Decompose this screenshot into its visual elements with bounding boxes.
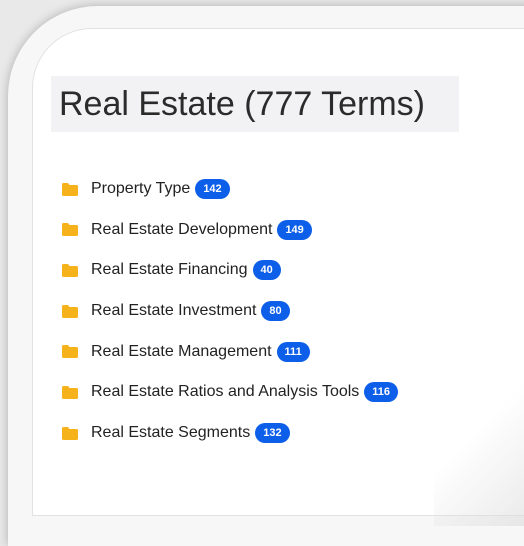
folder-icon (62, 182, 78, 196)
folder-icon (62, 263, 78, 277)
category-label[interactable]: Real Estate Segments (91, 423, 250, 443)
category-label[interactable]: Real Estate Management (91, 342, 272, 362)
count-badge: 80 (261, 301, 290, 322)
category-list: Property Type 142 Real Estate Developmen… (62, 176, 399, 461)
folder-icon (62, 304, 78, 318)
category-item-property-type[interactable]: Property Type 142 (62, 176, 398, 202)
category-item-real-estate-investment[interactable]: Real Estate Investment 80 (62, 298, 398, 324)
category-item-real-estate-ratios-and-analysis-tools[interactable]: Real Estate Ratios and Analysis Tools 11… (62, 379, 399, 405)
category-label[interactable]: Real Estate Financing (91, 260, 248, 280)
title-block: Real Estate (777 Terms) (51, 76, 459, 132)
count-badge: 111 (276, 341, 310, 362)
category-label[interactable]: Real Estate Ratios and Analysis Tools (91, 382, 359, 402)
category-item-real-estate-financing[interactable]: Real Estate Financing 40 (62, 257, 398, 283)
page-title: Real Estate (777 Terms) (59, 85, 425, 123)
category-item-real-estate-management[interactable]: Real Estate Management 111 (62, 339, 398, 365)
category-label[interactable]: Real Estate Development (91, 220, 272, 240)
category-item-real-estate-development[interactable]: Real Estate Development 149 (62, 217, 398, 243)
folder-icon (62, 345, 78, 359)
folder-icon (62, 385, 78, 399)
category-label[interactable]: Real Estate Investment (91, 301, 256, 321)
category-item-real-estate-segments[interactable]: Real Estate Segments 132 (62, 420, 398, 446)
count-badge: 142 (195, 179, 230, 199)
count-badge: 149 (277, 219, 312, 240)
count-badge: 116 (364, 382, 399, 403)
category-label[interactable]: Property Type (91, 179, 190, 199)
folder-icon (62, 426, 78, 440)
folder-icon (62, 223, 78, 237)
count-badge: 40 (252, 260, 281, 281)
count-badge: 132 (255, 423, 290, 444)
